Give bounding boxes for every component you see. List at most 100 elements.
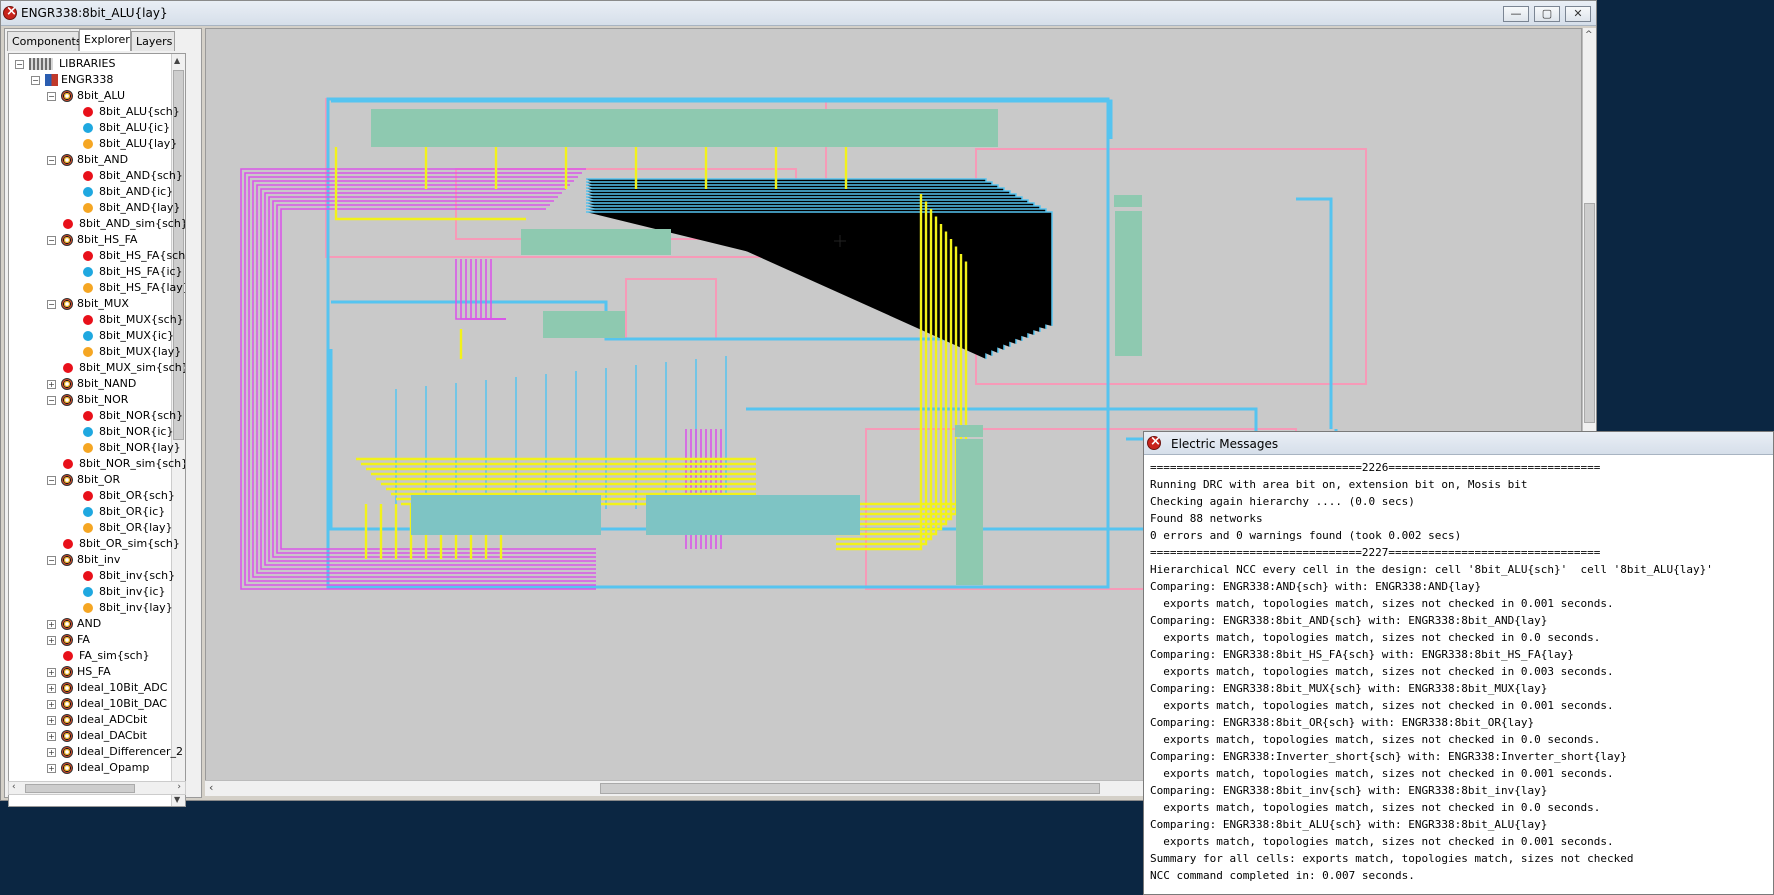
- maximize-button[interactable]: ▢: [1534, 6, 1560, 22]
- cell-instance-bottom-left[interactable]: [411, 495, 601, 535]
- schematic-dot-icon: [83, 315, 93, 325]
- expand-icon[interactable]: +: [47, 668, 56, 677]
- tree-item[interactable]: 8bit_AND{ic}: [9, 184, 173, 200]
- tree-item[interactable]: 8bit_HS_FA{ic}: [9, 264, 183, 280]
- scroll-down-icon[interactable]: ▼: [174, 795, 180, 804]
- tree-horizontal-scrollbar[interactable]: ‹ ›: [8, 781, 186, 795]
- expand-icon[interactable]: +: [47, 636, 56, 645]
- tree-item[interactable]: 8bit_ALU{lay}: [9, 136, 177, 152]
- tree-item[interactable]: 8bit_MUX{ic}: [9, 328, 174, 344]
- tree-item[interactable]: − 8bit_OR: [9, 472, 171, 488]
- canvas-hscroll-thumb[interactable]: [600, 783, 1100, 794]
- tree-hscroll-thumb[interactable]: [25, 784, 135, 793]
- tree-item[interactable]: +8bit_NAND: [9, 376, 171, 392]
- tree-item[interactable]: + Ideal_ADCbit: [9, 712, 171, 728]
- expand-icon[interactable]: +: [47, 620, 56, 629]
- collapse-icon[interactable]: −: [47, 476, 56, 485]
- schematic-dot-icon: [83, 411, 93, 421]
- tree-item[interactable]: 8bit_NOR_sim{sch}: [9, 456, 185, 472]
- tree-item[interactable]: − 8bit_AND: [9, 152, 171, 168]
- messages-title-bar[interactable]: Electric Messages: [1144, 432, 1773, 455]
- message-line: exports match, topologies match, sizes n…: [1150, 631, 1601, 644]
- tree-item[interactable]: − 8bit_MUX: [9, 296, 171, 312]
- tree-item[interactable]: − 8bit_NOR: [9, 392, 171, 408]
- tree-item[interactable]: 8bit_AND_sim{sch}: [9, 216, 185, 232]
- tab-layers[interactable]: Layers: [131, 31, 175, 51]
- explorer-tree[interactable]: ▲ ▼ − LIBRARIES − ENGR338−8bit_ALU 8bit_ALU{…: [8, 53, 186, 807]
- expand-icon[interactable]: +: [47, 700, 56, 709]
- tree-item[interactable]: − LIBRARIES: [9, 56, 171, 72]
- tree-item[interactable]: + Ideal_Opamp: [9, 760, 171, 776]
- tree-item[interactable]: + Ideal_10Bit_DAC: [9, 696, 171, 712]
- tree-item[interactable]: 8bit_inv{lay}: [9, 600, 173, 616]
- close-button[interactable]: ✕: [1565, 6, 1591, 22]
- expand-icon[interactable]: +: [47, 684, 56, 693]
- cell-icon: [61, 378, 73, 390]
- collapse-icon[interactable]: −: [31, 76, 40, 85]
- expand-icon[interactable]: +: [47, 748, 56, 757]
- tree-item[interactable]: 8bit_inv{sch}: [9, 568, 175, 584]
- tree-item[interactable]: 8bit_OR_sim{sch}: [9, 536, 180, 552]
- expand-icon[interactable]: +: [47, 380, 56, 389]
- collapse-icon[interactable]: −: [47, 556, 56, 565]
- expand-icon[interactable]: +: [47, 716, 56, 725]
- canvas-vscroll-thumb[interactable]: [1584, 203, 1595, 423]
- tree-item[interactable]: 8bit_HS_FA{sch: [9, 248, 185, 264]
- tree-item[interactable]: 8bit_OR{sch}: [9, 488, 175, 504]
- cell-instance-top[interactable]: [371, 109, 998, 147]
- tree-item[interactable]: + Ideal_DACbit: [9, 728, 171, 744]
- tree-item[interactable]: 8bit_NOR{lay}: [9, 440, 181, 456]
- tree-item[interactable]: 8bit_ALU{ic}: [9, 120, 171, 136]
- expand-icon[interactable]: +: [47, 732, 56, 741]
- collapse-icon[interactable]: −: [47, 300, 56, 309]
- tree-item[interactable]: 8bit_ALU{sch}: [9, 104, 180, 120]
- tree-item[interactable]: + Ideal_10Bit_ADC: [9, 680, 171, 696]
- cell-instance-small[interactable]: [543, 311, 625, 338]
- expand-icon[interactable]: +: [47, 764, 56, 773]
- tree-item[interactable]: 8bit_NOR{ic}: [9, 424, 173, 440]
- tree-item[interactable]: − 8bit_ALU: [9, 88, 171, 104]
- tree-item[interactable]: 8bit_MUX{sch}: [9, 312, 184, 328]
- tree-item[interactable]: − 8bit_inv: [9, 552, 171, 568]
- tree-item[interactable]: + FA: [9, 632, 171, 648]
- cell-instance-mid[interactable]: [521, 229, 671, 255]
- canvas-scroll-left-icon[interactable]: ‹: [209, 781, 213, 794]
- cell-instance-bottom-right[interactable]: [646, 495, 860, 535]
- messages-log[interactable]: ================================2226====…: [1150, 459, 1770, 891]
- tree-item[interactable]: + HS_FA: [9, 664, 171, 680]
- tree-item[interactable]: + AND: [9, 616, 171, 632]
- collapse-icon[interactable]: −: [15, 60, 24, 69]
- tree-item[interactable]: 8bit_AND{sch}: [9, 168, 183, 184]
- scroll-up-icon[interactable]: ▲: [174, 56, 180, 65]
- tab-explorer[interactable]: Explorer: [79, 29, 131, 51]
- cell-pin-lower: [955, 425, 983, 437]
- message-line: Comparing: ENGR338:Inverter_short{sch} w…: [1150, 750, 1627, 763]
- tree-item[interactable]: 8bit_OR{lay}: [9, 520, 172, 536]
- tree-item[interactable]: FA_sim{sch}: [9, 648, 171, 664]
- title-bar[interactable]: ENGR338:8bit_ALU{lay} — ▢ ✕: [1, 1, 1596, 26]
- schematic-dot-icon: [83, 171, 93, 181]
- cell-instance-right[interactable]: [1115, 211, 1142, 356]
- canvas-scroll-up-icon[interactable]: ^: [1585, 30, 1593, 40]
- scroll-right-icon[interactable]: ›: [177, 782, 181, 792]
- tree-item[interactable]: 8bit_MUX{lay}: [9, 344, 181, 360]
- collapse-icon[interactable]: −: [47, 396, 56, 405]
- tree-item-label: 8bit_NAND: [77, 377, 137, 390]
- minimize-button[interactable]: —: [1503, 6, 1529, 22]
- schematic-dot-icon: [83, 491, 93, 501]
- collapse-icon[interactable]: −: [47, 236, 56, 245]
- tree-item[interactable]: − 8bit_HS_FA: [9, 232, 171, 248]
- scroll-left-icon[interactable]: ‹: [12, 782, 16, 792]
- tree-item[interactable]: 8bit_NOR{sch}: [9, 408, 183, 424]
- tree-item[interactable]: 8bit_inv{ic}: [9, 584, 171, 600]
- tree-item[interactable]: 8bit_HS_FA{lay}: [9, 280, 185, 296]
- collapse-icon[interactable]: −: [47, 156, 56, 165]
- tab-components[interactable]: Components: [7, 31, 82, 51]
- tree-item[interactable]: 8bit_OR{ic}: [9, 504, 171, 520]
- collapse-icon[interactable]: −: [47, 92, 56, 101]
- tree-item[interactable]: 8bit_AND{lay}: [9, 200, 180, 216]
- tree-item[interactable]: − ENGR338: [9, 72, 171, 88]
- tree-item[interactable]: + Ideal_Differencer_2: [9, 744, 183, 760]
- tree-item[interactable]: 8bit_MUX_sim{sch}: [9, 360, 185, 376]
- cell-instance-lower-right[interactable]: [956, 439, 983, 585]
